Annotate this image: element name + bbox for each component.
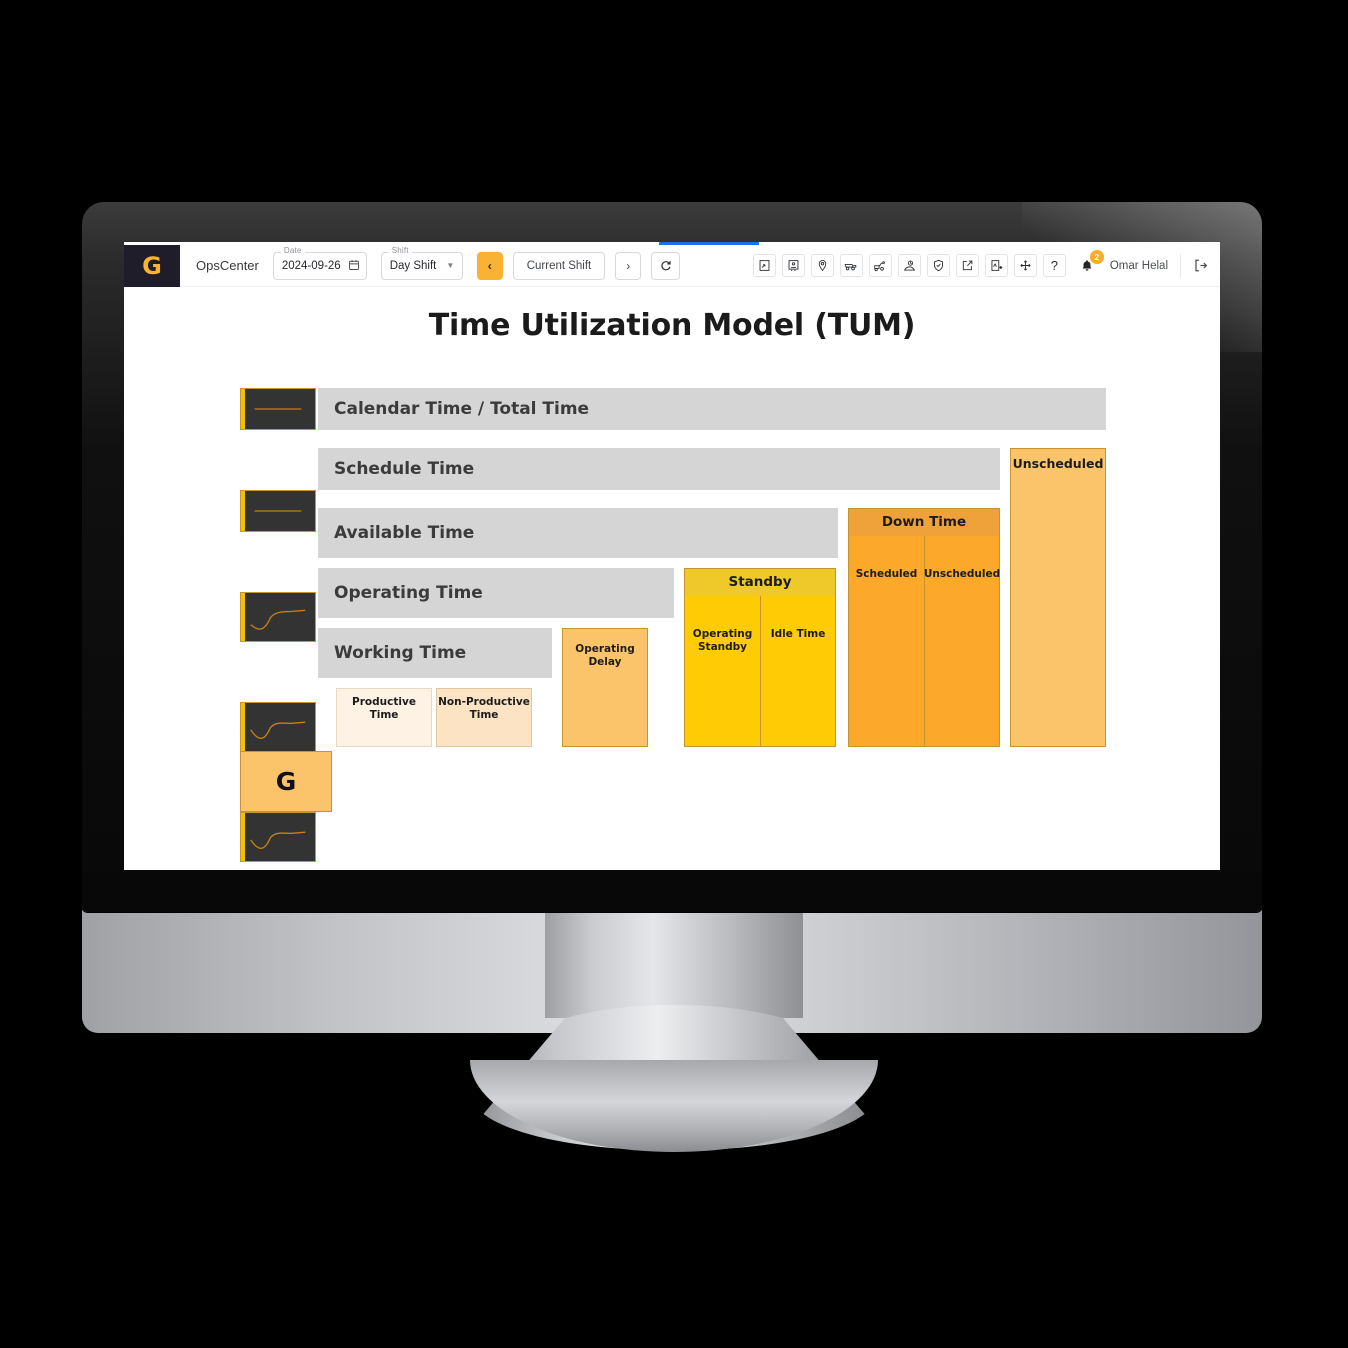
add-asset-icon[interactable] — [984, 254, 1008, 277]
page-content: Time Utilization Model (TUM) Calendar Ti… — [124, 288, 1220, 870]
header-standby[interactable]: Standby — [684, 568, 836, 596]
cell-unscheduled-total[interactable]: Unscheduled — [1010, 448, 1106, 747]
bar-schedule-time[interactable]: Schedule Time — [318, 448, 1000, 490]
label-working-time: Working Time — [334, 643, 467, 663]
monitor-frame: G OpsCenter Date 2024-09-26 Shift Day Sh… — [82, 202, 1262, 912]
loader-icon[interactable] — [868, 254, 892, 277]
monitor-stand-neck — [545, 900, 803, 1018]
help-label: ? — [1050, 258, 1058, 273]
toolbar-divider — [1180, 253, 1181, 278]
help-button[interactable]: ? — [1042, 254, 1066, 277]
chevron-down-icon[interactable]: ▼ — [446, 261, 454, 270]
tum-logo-letter: G — [275, 767, 297, 796]
label-available-time: Available Time — [334, 523, 475, 543]
page-title: Time Utilization Model (TUM) — [428, 308, 916, 343]
tum-diagram: Calendar Time / Total Time Schedule Time… — [240, 388, 1106, 862]
label-unscheduled-total: Unscheduled — [1012, 456, 1104, 471]
shift-field-label: Shift — [388, 245, 412, 255]
cell-productive-time[interactable]: Productive Time — [336, 688, 432, 747]
date-field-label: Date — [280, 245, 305, 255]
bar-working-time[interactable]: Working Time — [318, 628, 552, 678]
open-external-icon[interactable] — [955, 254, 979, 277]
next-shift-button[interactable]: › — [615, 251, 642, 280]
previous-shift-button[interactable]: ‹ — [476, 251, 503, 280]
shift-field[interactable]: Shift Day Shift ▼ — [380, 245, 463, 280]
cell-down-scheduled[interactable]: Scheduled — [848, 536, 924, 747]
label-calendar-time: Calendar Time / Total Time — [334, 399, 590, 419]
label-operating-delay: Operating Delay — [575, 643, 635, 669]
date-field[interactable]: Date 2024-09-26 — [272, 245, 367, 280]
shift-field-value: Day Shift — [389, 259, 437, 272]
label-operating-standby: Operating Standby — [692, 628, 753, 654]
label-idle-time: Idle Time — [770, 628, 826, 640]
tum-logo-cell[interactable]: G — [240, 751, 332, 812]
label-down-unscheduled: Unscheduled — [923, 568, 1001, 580]
sparkline-calendar-time — [240, 388, 316, 430]
monitor-screen: G OpsCenter Date 2024-09-26 Shift Day Sh… — [124, 242, 1220, 870]
haul-truck-icon[interactable] — [839, 254, 863, 277]
user-name-label[interactable]: Omar Helal — [1110, 260, 1168, 272]
label-operating-time: Operating Time — [334, 583, 483, 603]
notification-badge: 2 — [1089, 249, 1104, 264]
label-standby: Standby — [728, 574, 792, 590]
bar-operating-time[interactable]: Operating Time — [318, 568, 674, 618]
cell-operating-standby[interactable]: Operating Standby — [684, 596, 760, 747]
date-field-value: 2024-09-26 — [281, 259, 341, 272]
app-logo-letter: G — [142, 251, 162, 280]
app-name-label: OpsCenter — [196, 258, 259, 273]
report-export-icon[interactable] — [781, 254, 805, 277]
current-shift-button[interactable]: Current Shift — [512, 251, 606, 280]
bar-calendar-time[interactable]: Calendar Time / Total Time — [318, 388, 1106, 430]
cell-down-unscheduled[interactable]: Unscheduled — [924, 536, 1000, 747]
logout-icon[interactable] — [1189, 254, 1212, 277]
refresh-button[interactable] — [651, 251, 681, 280]
calendar-icon[interactable] — [348, 259, 360, 273]
shield-check-icon[interactable] — [926, 254, 950, 277]
monitor-stand-base-front — [470, 1060, 878, 1152]
cell-non-productive-time[interactable]: Non-Productive Time — [436, 688, 532, 747]
operator-icon[interactable] — [897, 254, 921, 277]
app-toolbar: G OpsCenter Date 2024-09-26 Shift Day Sh… — [124, 244, 1220, 287]
app-logo[interactable]: G — [124, 244, 180, 287]
label-non-productive-time: Non-Productive Time — [438, 696, 530, 722]
cell-idle-time[interactable]: Idle Time — [760, 596, 836, 747]
label-schedule-time: Schedule Time — [334, 459, 475, 479]
label-down-time: Down Time — [881, 514, 967, 530]
sparkline-operating-time — [240, 702, 316, 752]
sparkline-working-time — [240, 812, 316, 862]
notifications-button[interactable]: 2 — [1076, 249, 1104, 277]
sparkline-schedule-time — [240, 490, 316, 532]
sparkline-available-time — [240, 592, 316, 642]
label-down-scheduled: Scheduled — [855, 568, 918, 580]
header-down-time[interactable]: Down Time — [848, 508, 1000, 536]
bar-available-time[interactable]: Available Time — [318, 508, 838, 558]
location-pin-icon[interactable] — [810, 254, 834, 277]
cell-operating-delay[interactable]: Operating Delay — [562, 628, 648, 747]
move-icon[interactable] — [1013, 254, 1037, 277]
report-edit-icon[interactable] — [752, 254, 776, 277]
label-productive-time: Productive Time — [352, 696, 416, 722]
